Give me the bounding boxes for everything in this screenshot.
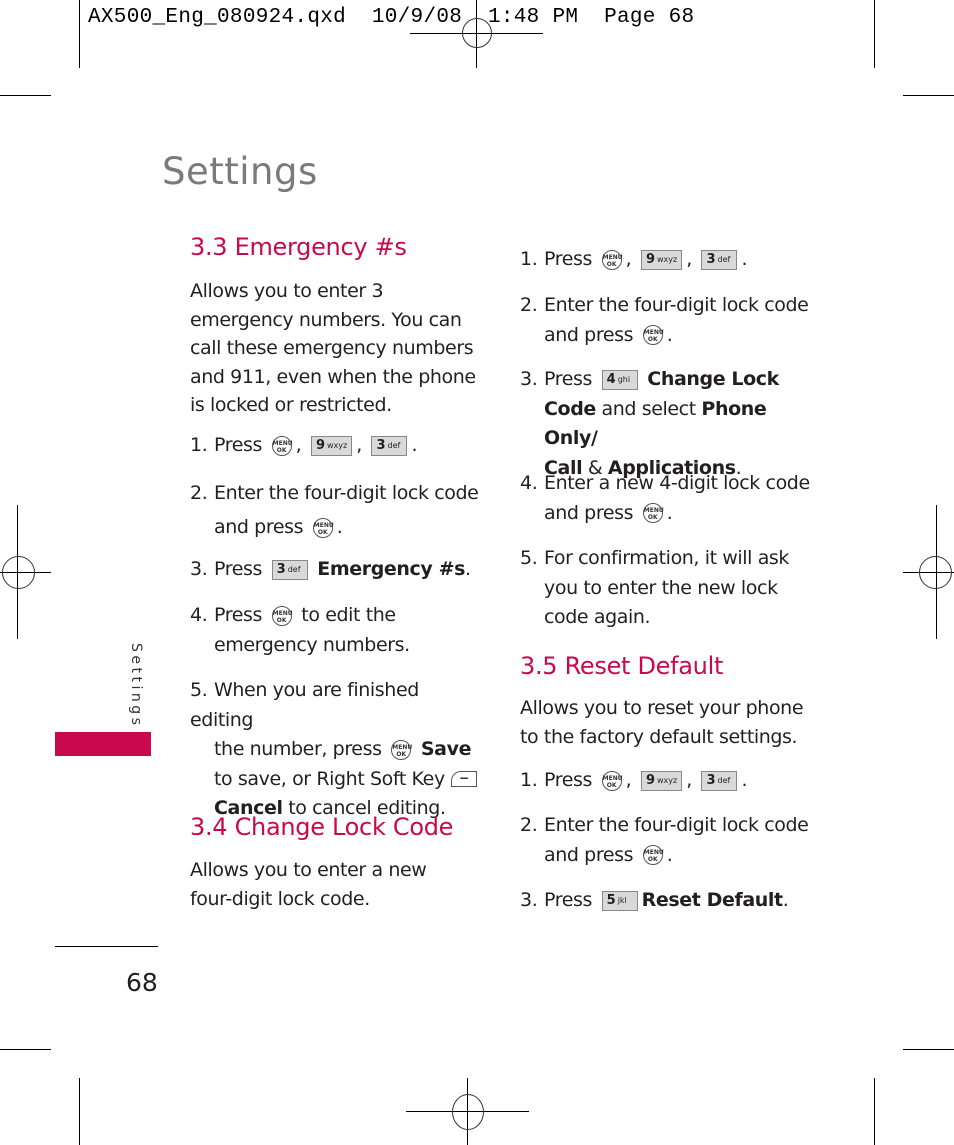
section-heading-change-lock: 3.4 Change Lock Code [190, 813, 454, 841]
key-3-icon: 3 def [371, 435, 408, 456]
key-3-icon: 3 def [701, 249, 738, 270]
print-slug: AX500_Eng_080924.qxd 10/9/08 1:48 PM Pag… [88, 6, 695, 29]
registration-mark-icon [919, 556, 952, 589]
crop-mark [0, 95, 51, 96]
menu-ok-key-icon: MENU OK [312, 517, 334, 538]
key-9-icon: 9 wxyz [640, 249, 683, 270]
registration-mark-icon [2, 556, 35, 589]
menu-ok-key-icon: MENU OK [642, 503, 664, 523]
menu-ok-key-icon: MENU OK [642, 325, 664, 345]
right-soft-key-icon: − [450, 771, 477, 787]
change-lock-step-2: 2. Enter the four-digit lock code and pre… [520, 294, 809, 346]
menu-ok-key-icon: MENU OK [601, 249, 623, 270]
reset-step-1: 1. Press MENU OK, 9 wxyz, 3 def. [520, 769, 748, 791]
menu-ok-key-icon: MENU OK [601, 770, 623, 791]
emergency-step-5: 5. When you are finished editing the numb… [190, 676, 485, 824]
crop-mark [874, 0, 875, 68]
page-title: Settings [162, 150, 318, 193]
menu-ok-key-icon: MENU OK [391, 739, 412, 760]
change-lock-step-1: 1. Press MENU OK, 9 wxyz, 3 def. [520, 248, 748, 270]
emergency-step-4: 4. Press MENU OK to edit the emergency num… [190, 604, 410, 656]
crop-mark [79, 1078, 80, 1145]
section-intro-emergency: Allows you to enter 3 emergency numbers.… [190, 280, 476, 416]
change-lock-step-3: 3. Press 4 ghi Change Lock Code and select… [520, 368, 779, 479]
key-9-icon: 9 wxyz [640, 770, 683, 791]
key-3-icon: 3 def [271, 559, 308, 580]
menu-ok-key-icon: MENU OK [642, 845, 664, 865]
section-intro-reset: Allows you to reset your phone to the fa… [520, 697, 804, 748]
menu-ok-key-icon: MENU OK [271, 435, 293, 456]
reset-step-3: 3. Press 5 jkl Reset Default. [520, 889, 789, 911]
page-number: 68 [126, 968, 158, 997]
change-lock-step-5: 5. For confirmation, it will ask you to e… [520, 547, 790, 628]
emergency-step-3: 3. Press 3 def Emergency #s. [190, 558, 471, 580]
footer-rule [55, 946, 158, 947]
key-3-icon: 3 def [701, 770, 738, 791]
registration-mark-icon [452, 1094, 484, 1130]
side-tab-marker [55, 732, 151, 756]
crop-mark [903, 95, 954, 96]
key-5-icon: 5 jkl [601, 890, 638, 911]
crop-mark [0, 1049, 51, 1050]
section-heading-reset: 3.5 Reset Default [520, 652, 724, 680]
section-heading-emergency: 3.3 Emergency #s [190, 233, 407, 261]
change-lock-step-4: 4. Enter a new 4-digit lock code and pres… [520, 472, 810, 524]
crop-mark [79, 0, 80, 68]
menu-ok-key-icon: MENU OK [271, 605, 293, 626]
reset-step-2: 2. Enter the four-digit lock code and pre… [520, 814, 809, 866]
section-intro-change-lock: Allows you to enter a new four-digit loc… [190, 859, 427, 910]
side-tab-label: Settings [128, 643, 144, 729]
crop-mark [874, 1078, 875, 1145]
crop-mark [903, 1049, 954, 1050]
key-4-icon: 4 ghi [601, 369, 638, 390]
emergency-step-1: 1. Press MENU OK, 9 wxyz, 3 def. [190, 434, 418, 456]
key-9-icon: 9 wxyz [310, 435, 353, 456]
emergency-step-2: 2. Enter the four-digit lock code and pre… [190, 482, 479, 538]
